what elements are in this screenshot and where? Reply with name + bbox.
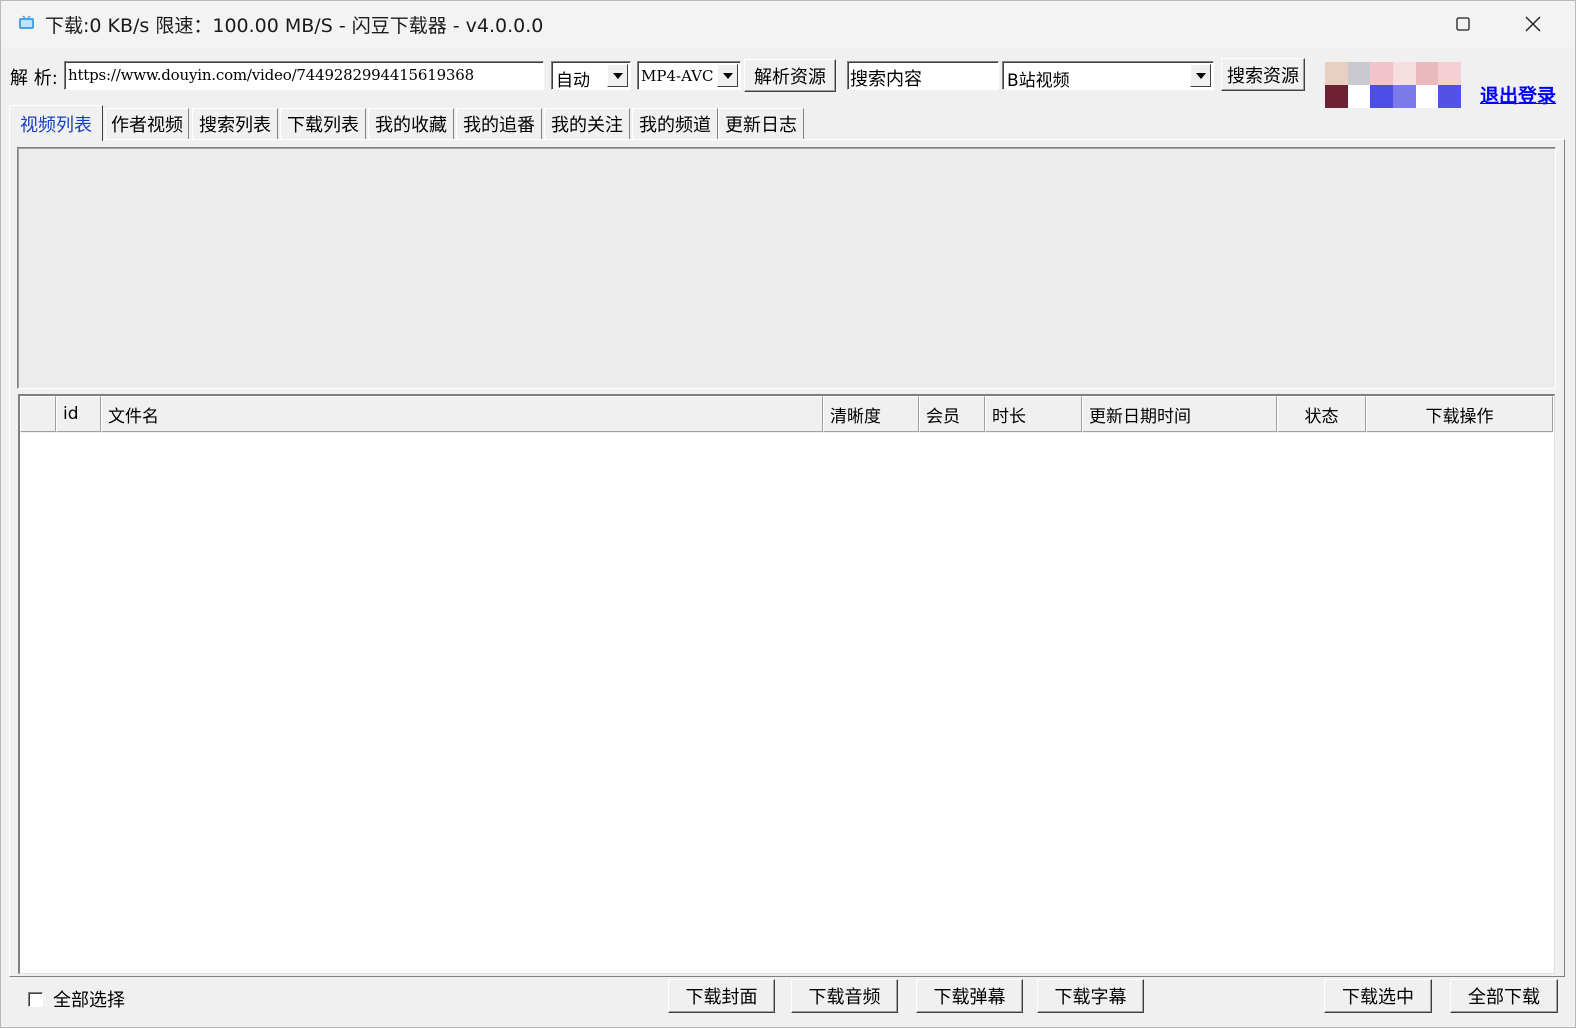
logout-link[interactable]: 退出登录: [1480, 81, 1556, 108]
avatar-pixel: [1392, 85, 1416, 108]
download-selected-button[interactable]: 下载选中: [1324, 979, 1432, 1013]
app-window: 下载:0 KB/s 限速：100.00 MB/S - 闪豆下载器 - v4.0.…: [0, 0, 1576, 1028]
download-audio-button[interactable]: 下载音频: [791, 979, 898, 1013]
avatar-pixel: [1415, 85, 1439, 108]
table-header: id 文件名 清晰度 会员 时长 更新日期时间 状态 下载操作: [20, 396, 1553, 433]
avatar-pixel: [1370, 85, 1393, 108]
title-bar: 下载:0 KB/s 限速：100.00 MB/S - 闪豆下载器 - v4.0.…: [1, 1, 1575, 47]
parse-label: 解 析:: [10, 68, 58, 89]
download-all-button[interactable]: 全部下载: [1450, 979, 1558, 1013]
col-vip-header[interactable]: 会员: [919, 396, 985, 432]
avatar-pixel: [1415, 62, 1439, 85]
avatar-pixel: [1347, 62, 1371, 85]
col-checkbox-header[interactable]: [20, 396, 56, 432]
chevron-down-icon[interactable]: [717, 64, 738, 87]
download-cover-button[interactable]: 下载封面: [668, 979, 775, 1013]
quality-select[interactable]: 自动: [551, 61, 631, 91]
site-select-value: B站视频: [1007, 71, 1070, 91]
tab-4[interactable]: 下载列表: [280, 108, 366, 139]
video-list-table[interactable]: id 文件名 清晰度 会员 时长 更新日期时间 状态 下载操作: [18, 394, 1555, 974]
format-select-value: MP4-AVC: [641, 67, 714, 85]
select-all-checkbox[interactable]: 全部选择: [28, 986, 125, 1012]
avatar-pixel: [1325, 85, 1348, 108]
avatar-pixel: [1347, 85, 1371, 108]
preview-area: [17, 147, 1556, 389]
col-duration-header[interactable]: 时长: [985, 396, 1082, 432]
avatar-pixel: [1325, 62, 1348, 85]
window-title: 下载:0 KB/s 限速：100.00 MB/S - 闪豆下载器 - v4.0.…: [45, 15, 544, 37]
avatar-pixel: [1438, 85, 1461, 108]
avatar-pixel: [1370, 62, 1393, 85]
format-select[interactable]: MP4-AVC: [637, 61, 741, 90]
tab-3[interactable]: 搜索列表: [192, 108, 278, 139]
tab-9[interactable]: 更新日志: [718, 108, 804, 139]
tab-2[interactable]: 作者视频: [105, 108, 189, 139]
select-all-label: 全部选择: [53, 990, 125, 1011]
tab-7[interactable]: 我的关注: [544, 108, 630, 139]
col-filename-header[interactable]: 文件名: [101, 396, 823, 432]
tab-8[interactable]: 我的频道: [632, 108, 718, 139]
tab-6[interactable]: 我的追番: [456, 108, 542, 139]
col-status-header[interactable]: 状态: [1277, 396, 1366, 432]
download-danmaku-button[interactable]: 下载弹幕: [916, 979, 1023, 1013]
close-icon: [1525, 16, 1541, 32]
avatar[interactable]: [1325, 62, 1461, 108]
tab-5[interactable]: 我的收藏: [368, 108, 454, 139]
search-input[interactable]: 搜索内容: [847, 61, 999, 90]
col-id-header[interactable]: id: [56, 396, 101, 432]
col-quality-header[interactable]: 清晰度: [823, 396, 919, 432]
col-actions-header[interactable]: 下载操作: [1366, 396, 1553, 432]
site-select[interactable]: B站视频: [1002, 61, 1214, 91]
search-resource-button[interactable]: 搜索资源: [1221, 58, 1305, 91]
download-subtitle-button[interactable]: 下载字幕: [1037, 979, 1144, 1013]
tab-1[interactable]: 视频列表: [9, 105, 103, 141]
chevron-down-icon[interactable]: [1190, 64, 1211, 87]
maximize-button[interactable]: [1429, 1, 1497, 47]
parse-resource-button[interactable]: 解析资源: [744, 59, 836, 92]
avatar-pixel: [1438, 62, 1461, 85]
col-updated-header[interactable]: 更新日期时间: [1082, 396, 1277, 432]
avatar-pixel: [1392, 62, 1416, 85]
quality-select-value: 自动: [556, 71, 590, 91]
url-input[interactable]: https://www.douyin.com/video/74492829944…: [64, 61, 544, 90]
close-button[interactable]: [1499, 1, 1567, 47]
app-logo-icon: [19, 15, 34, 29]
checkbox-icon[interactable]: [28, 991, 43, 1007]
maximize-icon: [1456, 17, 1470, 31]
chevron-down-icon[interactable]: [607, 64, 628, 87]
